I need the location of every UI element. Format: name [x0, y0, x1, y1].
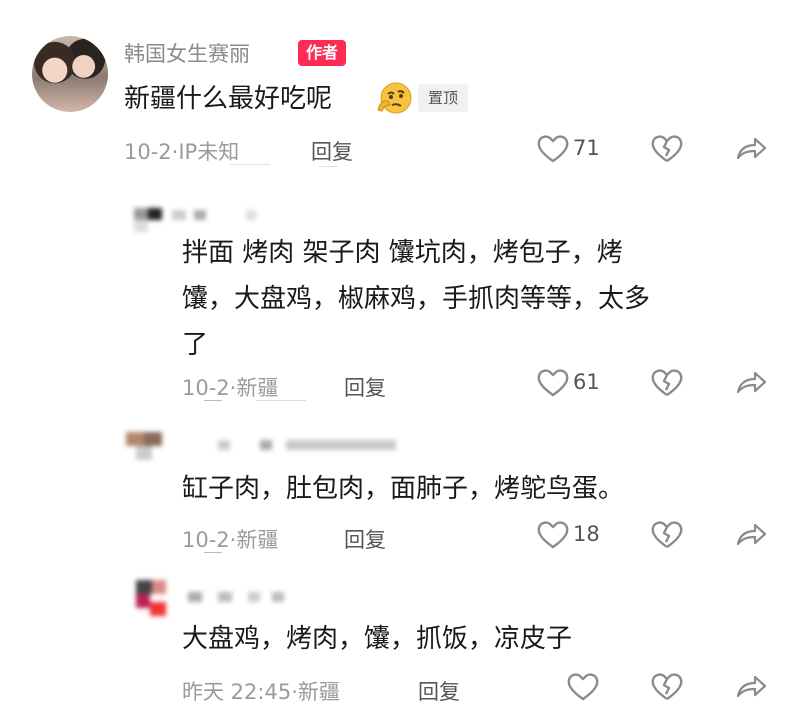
author-reply-button[interactable]: 回复: [311, 136, 353, 166]
share-arrow-icon[interactable]: [734, 520, 768, 550]
reply-2-meta: 10-2·新疆: [182, 528, 279, 552]
like-heart-icon[interactable]: [536, 520, 570, 550]
reply-3-line-1: 大盘鸡，烤肉，馕，抓饭，凉皮子: [182, 624, 573, 654]
reply-1-reply-button[interactable]: 回复: [344, 372, 386, 402]
reply-3-reply-button[interactable]: 回复: [418, 676, 460, 706]
reply-2-reply-button[interactable]: 回复: [344, 524, 386, 554]
reply-1-text: 拌面 烤肉 架子肉 馕坑肉，烤包子，烤 馕，大盘鸡，椒麻鸡，手抓肉等等，太多 了: [182, 230, 650, 368]
reply-2-text: 缸子肉，肚包肉，面肺子，烤鸵鸟蛋。: [182, 466, 624, 512]
thinking-emoji-icon: [374, 80, 414, 116]
pinned-badge: 置顶: [418, 84, 469, 112]
divider: [230, 164, 270, 165]
divider: [318, 166, 338, 167]
reply-1-line-2: 馕，大盘鸡，椒麻鸡，手抓肉等等，太多: [182, 284, 651, 314]
reply-2-like-count: 18: [573, 522, 600, 546]
dislike-broken-heart-icon[interactable]: [650, 134, 684, 164]
dislike-broken-heart-icon[interactable]: [650, 520, 684, 550]
reply-1-line-3: 了: [182, 330, 209, 360]
like-heart-icon[interactable]: [536, 134, 570, 164]
dislike-broken-heart-icon[interactable]: [650, 368, 684, 398]
like-heart-icon[interactable]: [536, 368, 570, 398]
dislike-broken-heart-icon[interactable]: [650, 672, 684, 702]
author-avatar[interactable]: [32, 36, 108, 112]
divider: [204, 552, 222, 553]
author-badge: 作者: [298, 40, 347, 66]
share-arrow-icon[interactable]: [734, 368, 768, 398]
like-heart-icon[interactable]: [566, 672, 600, 702]
reply-1-like-count: 61: [573, 370, 600, 394]
share-arrow-icon[interactable]: [734, 134, 768, 164]
author-name[interactable]: 韩国女生赛丽: [124, 38, 250, 68]
reply-3-meta: 昨天 22:45·新疆: [182, 680, 340, 704]
divider: [204, 400, 222, 401]
reply-2-avatar-username-blurred[interactable]: [122, 426, 412, 466]
reply-3-text: 大盘鸡，烤肉，馕，抓饭，凉皮子: [182, 616, 572, 662]
divider: [256, 400, 306, 401]
reply-1-line-1: 拌面 烤肉 架子肉 馕坑肉，烤包子，烤: [182, 238, 623, 268]
share-arrow-icon[interactable]: [734, 672, 768, 702]
author-like-count: 71: [573, 136, 600, 160]
author-meta: 10-2·IP未知: [124, 140, 240, 164]
reply-2-line-1: 缸子肉，肚包肉，面肺子，烤鸵鸟蛋。: [182, 474, 625, 504]
main-comment-text: 新疆什么最好吃呢: [124, 84, 333, 114]
reply-1-meta: 10-2·新疆: [182, 376, 279, 400]
